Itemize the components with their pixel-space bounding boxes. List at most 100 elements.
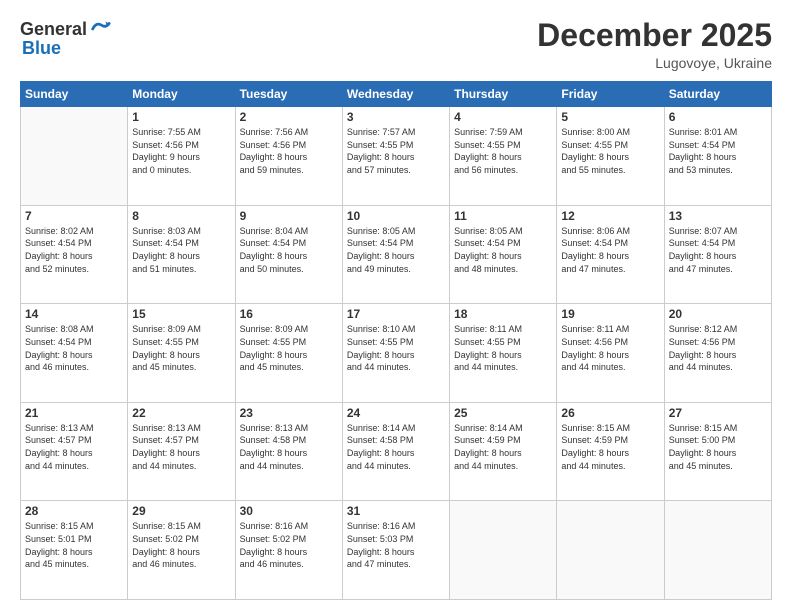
day-number: 26	[561, 406, 659, 420]
day-info: Sunrise: 8:16 AM Sunset: 5:02 PM Dayligh…	[240, 520, 338, 570]
calendar-cell: 26 Sunrise: 8:15 AM Sunset: 4:59 PM Dayli…	[557, 402, 664, 501]
calendar-cell	[557, 501, 664, 600]
day-info: Sunrise: 8:10 AM Sunset: 4:55 PM Dayligh…	[347, 323, 445, 373]
day-number: 24	[347, 406, 445, 420]
day-info: Sunrise: 8:09 AM Sunset: 4:55 PM Dayligh…	[240, 323, 338, 373]
day-number: 1	[132, 110, 230, 124]
calendar-cell: 20 Sunrise: 8:12 AM Sunset: 4:56 PM Dayli…	[664, 304, 771, 403]
calendar-cell: 12 Sunrise: 8:06 AM Sunset: 4:54 PM Dayli…	[557, 205, 664, 304]
day-number: 8	[132, 209, 230, 223]
title-block: December 2025 Lugovoye, Ukraine	[537, 18, 772, 71]
calendar-cell: 9 Sunrise: 8:04 AM Sunset: 4:54 PM Daylig…	[235, 205, 342, 304]
day-info: Sunrise: 8:03 AM Sunset: 4:54 PM Dayligh…	[132, 225, 230, 275]
day-number: 12	[561, 209, 659, 223]
calendar-cell: 1 Sunrise: 7:55 AM Sunset: 4:56 PM Daylig…	[128, 107, 235, 206]
day-info: Sunrise: 8:01 AM Sunset: 4:54 PM Dayligh…	[669, 126, 767, 176]
logo-general-text: General	[20, 19, 87, 40]
calendar-cell: 2 Sunrise: 7:56 AM Sunset: 4:56 PM Daylig…	[235, 107, 342, 206]
day-number: 28	[25, 504, 123, 518]
calendar-cell: 29 Sunrise: 8:15 AM Sunset: 5:02 PM Dayli…	[128, 501, 235, 600]
day-number: 29	[132, 504, 230, 518]
calendar-cell: 31Sunrise: 8:16 AM Sunset: 5:03 PM Dayli…	[342, 501, 449, 600]
calendar-cell: 15 Sunrise: 8:09 AM Sunset: 4:55 PM Dayli…	[128, 304, 235, 403]
day-header-friday: Friday	[557, 82, 664, 107]
calendar-cell: 22 Sunrise: 8:13 AM Sunset: 4:57 PM Dayli…	[128, 402, 235, 501]
day-header-thursday: Thursday	[450, 82, 557, 107]
calendar-cell: 17Sunrise: 8:10 AM Sunset: 4:55 PM Dayli…	[342, 304, 449, 403]
calendar: SundayMondayTuesdayWednesdayThursdayFrid…	[20, 81, 772, 600]
calendar-cell: 7 Sunrise: 8:02 AM Sunset: 4:54 PM Daylig…	[21, 205, 128, 304]
calendar-cell: 6 Sunrise: 8:01 AM Sunset: 4:54 PM Daylig…	[664, 107, 771, 206]
day-header-monday: Monday	[128, 82, 235, 107]
day-info: Sunrise: 8:11 AM Sunset: 4:56 PM Dayligh…	[561, 323, 659, 373]
day-header-sunday: Sunday	[21, 82, 128, 107]
day-info: Sunrise: 8:09 AM Sunset: 4:55 PM Dayligh…	[132, 323, 230, 373]
week-row-1: 1 Sunrise: 7:55 AM Sunset: 4:56 PM Daylig…	[21, 107, 772, 206]
calendar-cell: 13 Sunrise: 8:07 AM Sunset: 4:54 PM Dayli…	[664, 205, 771, 304]
day-info: Sunrise: 8:06 AM Sunset: 4:54 PM Dayligh…	[561, 225, 659, 275]
day-info: Sunrise: 8:04 AM Sunset: 4:54 PM Dayligh…	[240, 225, 338, 275]
calendar-cell: 11 Sunrise: 8:05 AM Sunset: 4:54 PM Dayli…	[450, 205, 557, 304]
day-info: Sunrise: 8:08 AM Sunset: 4:54 PM Dayligh…	[25, 323, 123, 373]
day-info: Sunrise: 8:15 AM Sunset: 4:59 PM Dayligh…	[561, 422, 659, 472]
calendar-cell: 18 Sunrise: 8:11 AM Sunset: 4:55 PM Dayli…	[450, 304, 557, 403]
header: General Blue December 2025 Lugovoye, Ukr…	[20, 18, 772, 71]
day-number: 22	[132, 406, 230, 420]
day-number: 18	[454, 307, 552, 321]
day-number: 20	[669, 307, 767, 321]
day-header-tuesday: Tuesday	[235, 82, 342, 107]
calendar-header-row: SundayMondayTuesdayWednesdayThursdayFrid…	[21, 82, 772, 107]
day-info: Sunrise: 7:57 AM Sunset: 4:55 PM Dayligh…	[347, 126, 445, 176]
day-info: Sunrise: 8:13 AM Sunset: 4:58 PM Dayligh…	[240, 422, 338, 472]
day-info: Sunrise: 8:15 AM Sunset: 5:02 PM Dayligh…	[132, 520, 230, 570]
day-info: Sunrise: 8:02 AM Sunset: 4:54 PM Dayligh…	[25, 225, 123, 275]
logo-text: General	[20, 18, 111, 40]
day-number: 16	[240, 307, 338, 321]
day-info: Sunrise: 7:56 AM Sunset: 4:56 PM Dayligh…	[240, 126, 338, 176]
day-number: 23	[240, 406, 338, 420]
week-row-3: 14 Sunrise: 8:08 AM Sunset: 4:54 PM Dayli…	[21, 304, 772, 403]
calendar-cell: 5Sunrise: 8:00 AM Sunset: 4:55 PM Daylig…	[557, 107, 664, 206]
day-header-saturday: Saturday	[664, 82, 771, 107]
day-number: 7	[25, 209, 123, 223]
day-number: 15	[132, 307, 230, 321]
day-info: Sunrise: 8:12 AM Sunset: 4:56 PM Dayligh…	[669, 323, 767, 373]
day-info: Sunrise: 8:13 AM Sunset: 4:57 PM Dayligh…	[25, 422, 123, 472]
day-number: 5	[561, 110, 659, 124]
day-number: 21	[25, 406, 123, 420]
day-number: 4	[454, 110, 552, 124]
day-number: 9	[240, 209, 338, 223]
day-info: Sunrise: 8:05 AM Sunset: 4:54 PM Dayligh…	[454, 225, 552, 275]
calendar-cell: 28Sunrise: 8:15 AM Sunset: 5:01 PM Dayli…	[21, 501, 128, 600]
logo-blue-text: Blue	[22, 38, 61, 59]
month-title: December 2025	[537, 18, 772, 53]
day-number: 11	[454, 209, 552, 223]
day-info: Sunrise: 8:14 AM Sunset: 4:58 PM Dayligh…	[347, 422, 445, 472]
week-row-4: 21 Sunrise: 8:13 AM Sunset: 4:57 PM Dayli…	[21, 402, 772, 501]
calendar-cell	[450, 501, 557, 600]
calendar-cell: 30Sunrise: 8:16 AM Sunset: 5:02 PM Dayli…	[235, 501, 342, 600]
calendar-cell: 8 Sunrise: 8:03 AM Sunset: 4:54 PM Daylig…	[128, 205, 235, 304]
subtitle: Lugovoye, Ukraine	[537, 55, 772, 71]
day-number: 13	[669, 209, 767, 223]
week-row-2: 7 Sunrise: 8:02 AM Sunset: 4:54 PM Daylig…	[21, 205, 772, 304]
day-info: Sunrise: 7:55 AM Sunset: 4:56 PM Dayligh…	[132, 126, 230, 176]
calendar-cell: 24 Sunrise: 8:14 AM Sunset: 4:58 PM Dayli…	[342, 402, 449, 501]
day-info: Sunrise: 8:15 AM Sunset: 5:00 PM Dayligh…	[669, 422, 767, 472]
day-number: 2	[240, 110, 338, 124]
logo: General Blue	[20, 18, 111, 59]
page: General Blue December 2025 Lugovoye, Ukr…	[0, 0, 792, 612]
day-number: 31	[347, 504, 445, 518]
week-row-5: 28Sunrise: 8:15 AM Sunset: 5:01 PM Dayli…	[21, 501, 772, 600]
calendar-cell: 21 Sunrise: 8:13 AM Sunset: 4:57 PM Dayli…	[21, 402, 128, 501]
day-info: Sunrise: 8:07 AM Sunset: 4:54 PM Dayligh…	[669, 225, 767, 275]
day-number: 14	[25, 307, 123, 321]
day-number: 10	[347, 209, 445, 223]
day-info: Sunrise: 7:59 AM Sunset: 4:55 PM Dayligh…	[454, 126, 552, 176]
calendar-cell: 19Sunrise: 8:11 AM Sunset: 4:56 PM Dayli…	[557, 304, 664, 403]
calendar-cell: 23 Sunrise: 8:13 AM Sunset: 4:58 PM Dayli…	[235, 402, 342, 501]
day-info: Sunrise: 8:11 AM Sunset: 4:55 PM Dayligh…	[454, 323, 552, 373]
calendar-cell	[21, 107, 128, 206]
day-info: Sunrise: 8:13 AM Sunset: 4:57 PM Dayligh…	[132, 422, 230, 472]
day-number: 6	[669, 110, 767, 124]
